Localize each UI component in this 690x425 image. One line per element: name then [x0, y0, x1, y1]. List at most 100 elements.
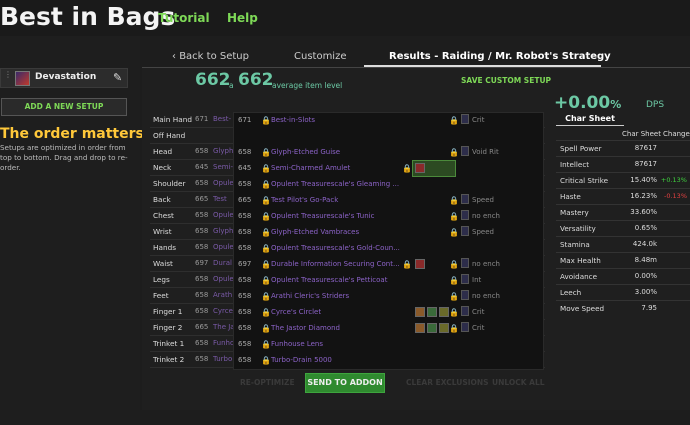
back-to-setup-tab[interactable]: ‹ Back to Setup	[172, 51, 249, 62]
gem-icon[interactable]	[415, 259, 425, 269]
setup-item[interactable]: ⋮⋮ Devastation ✎	[0, 68, 128, 88]
slot-item-name[interactable]: Best-	[213, 115, 231, 123]
lock-icon[interactable]: 🔒	[402, 260, 412, 269]
lock-icon[interactable]: 🔒	[261, 116, 271, 125]
lock-icon[interactable]: 🔒	[261, 308, 271, 317]
enchant-icon[interactable]	[461, 322, 469, 332]
gem-icon[interactable]	[415, 323, 425, 333]
overlay-item-row[interactable]: 658 🔒 Opulent Treasurescale's Petticoat 🔒…	[234, 273, 545, 289]
enchant-icon[interactable]	[461, 290, 469, 300]
enchant-icon[interactable]	[461, 194, 469, 204]
gem-icon[interactable]	[439, 323, 449, 333]
lock-icon[interactable]: 🔒	[449, 116, 459, 125]
enchant-icon[interactable]	[461, 226, 469, 236]
enchant-icon[interactable]	[461, 210, 469, 220]
lock-icon[interactable]: 🔒	[449, 308, 459, 317]
overlay-item-name[interactable]: Durable Information Securing Cont...	[271, 260, 400, 268]
overlay-item-name[interactable]: Best-in-Slots	[271, 116, 315, 124]
tab-customize[interactable]: Customize	[294, 51, 347, 62]
lock-icon[interactable]: 🔒	[261, 260, 271, 269]
slot-item-name[interactable]: Funho	[213, 339, 234, 347]
enchant-icon[interactable]	[461, 306, 469, 316]
slot-item-name[interactable]: Glyph	[213, 147, 233, 155]
overlay-item-name[interactable]: Glyph-Etched Vambraces	[271, 228, 359, 236]
unlock-all-button[interactable]: UNLOCK ALL	[492, 378, 545, 387]
gem-icon[interactable]	[439, 307, 449, 317]
lock-icon[interactable]: 🔒	[261, 292, 271, 301]
overlay-item-row[interactable]: 658 🔒 Cyrce's Circlet 🔒 Crit	[234, 305, 545, 321]
overlay-item-name[interactable]: Turbo-Drain 5000	[271, 356, 332, 364]
overlay-item-name[interactable]: Test Pilot's Go-Pack	[271, 196, 338, 204]
overlay-item-row[interactable]: 645 🔒 Semi-Charmed Amulet 🔒	[234, 160, 545, 177]
overlay-item-row[interactable]: 665 🔒 Test Pilot's Go-Pack 🔒 Speed	[234, 193, 545, 209]
slot-item-name[interactable]: Opule	[213, 275, 234, 283]
clear-exclusions-button[interactable]: CLEAR EXCLUSIONS	[406, 378, 489, 387]
overlay-item-name[interactable]: Arathi Cleric's Striders	[271, 292, 349, 300]
lock-icon[interactable]: 🔒	[261, 164, 271, 173]
overlay-item-name[interactable]: Funhouse Lens	[271, 340, 323, 348]
overlay-item-row[interactable]: 658 🔒 Opulent Treasurescale's Gleaming .…	[234, 177, 545, 193]
overlay-item-name[interactable]: Opulent Treasurescale's Tunic	[271, 212, 374, 220]
edit-pencil-icon[interactable]: ✎	[113, 71, 122, 84]
slot-item-name[interactable]: Turbo	[213, 355, 232, 363]
save-custom-setup-button[interactable]: SAVE CUSTOM SETUP	[461, 76, 551, 85]
lock-icon[interactable]: 🔒	[261, 196, 271, 205]
tab-char-sheet[interactable]: Char Sheet	[556, 114, 624, 126]
gem-icon[interactable]	[427, 307, 437, 317]
overlay-item-name[interactable]: Glyph-Etched Guise	[271, 148, 340, 156]
add-setup-button[interactable]: ADD A NEW SETUP	[1, 98, 127, 116]
enchant-icon[interactable]	[461, 146, 469, 156]
slot-item-name[interactable]: The Ja	[213, 323, 235, 331]
overlay-item-row[interactable]	[234, 129, 545, 145]
enchant-icon[interactable]	[461, 114, 469, 124]
slot-item-name[interactable]: Cyrce	[213, 307, 233, 315]
overlay-item-name[interactable]: Opulent Treasurescale's Gleaming ...	[271, 180, 399, 188]
overlay-item-name[interactable]: Semi-Charmed Amulet	[271, 164, 350, 172]
overlay-item-name[interactable]: Opulent Treasurescale's Petticoat	[271, 276, 387, 284]
overlay-item-row[interactable]: 658 🔒 Glyph-Etched Guise 🔒 Void Rit	[234, 145, 545, 161]
slot-item-name[interactable]: Semi-	[213, 163, 233, 171]
app-logo[interactable]: Best in Bags	[0, 2, 175, 31]
nav-help-link[interactable]: Help	[227, 11, 258, 25]
overlay-item-name[interactable]: Opulent Treasurescale's Gold-Coun...	[271, 244, 400, 252]
gem-icon[interactable]	[427, 323, 437, 333]
slot-item-name[interactable]: Opule	[213, 211, 234, 219]
slot-item-name[interactable]: Test	[213, 195, 227, 203]
overlay-item-row[interactable]: 658 🔒 Opulent Treasurescale's Gold-Coun.…	[234, 241, 545, 257]
lock-icon[interactable]: 🔒	[261, 148, 271, 157]
lock-icon[interactable]: 🔒	[449, 292, 459, 301]
lock-icon[interactable]: 🔒	[261, 212, 271, 221]
lock-icon[interactable]: 🔒	[261, 180, 271, 189]
enchant-icon[interactable]	[461, 274, 469, 284]
reoptimize-button[interactable]: RE-OPTIMIZE	[240, 378, 295, 387]
gem-icon[interactable]	[415, 307, 425, 317]
overlay-item-row[interactable]: 671 🔒 Best-in-Slots 🔒 Crit	[234, 113, 545, 129]
drag-handle-icon[interactable]: ⋮⋮	[4, 71, 20, 84]
nav-tutorial-link[interactable]: Tutorial	[158, 11, 210, 25]
slot-item-name[interactable]: Opule	[213, 243, 234, 251]
slot-item-name[interactable]: Glyph	[213, 227, 233, 235]
lock-icon[interactable]: 🔒	[261, 228, 271, 237]
overlay-item-row[interactable]: 658 🔒 The Jastor Diamond 🔒 Crit	[234, 321, 545, 337]
lock-icon[interactable]: 🔒	[449, 148, 459, 157]
tab-results[interactable]: Results - Raiding / Mr. Robot's Strategy	[389, 51, 611, 62]
lock-icon[interactable]: 🔒	[449, 212, 459, 221]
overlay-item-row[interactable]: 697 🔒 Durable Information Securing Cont.…	[234, 257, 545, 273]
overlay-item-row[interactable]: 658 🔒 Opulent Treasurescale's Tunic 🔒 no e…	[234, 209, 545, 225]
slot-item-name[interactable]: Dural	[213, 259, 232, 267]
lock-icon[interactable]: 🔒	[449, 196, 459, 205]
slot-item-name[interactable]: Opule	[213, 179, 234, 187]
lock-icon[interactable]: 🔒	[261, 340, 271, 349]
overlay-item-name[interactable]: Cyrce's Circlet	[271, 308, 321, 316]
overlay-item-row[interactable]: 658 🔒 Arathi Cleric's Striders 🔒 no ench	[234, 289, 545, 305]
enchant-icon[interactable]	[461, 258, 469, 268]
lock-icon[interactable]: 🔒	[261, 356, 271, 365]
slot-item-name[interactable]: Arath	[213, 291, 232, 299]
lock-icon[interactable]: 🔒	[449, 276, 459, 285]
overlay-item-row[interactable]: 658 🔒 Funhouse Lens	[234, 337, 545, 353]
lock-icon[interactable]: 🔒	[261, 244, 271, 253]
lock-icon[interactable]: 🔒	[449, 260, 459, 269]
lock-icon[interactable]: 🔒	[449, 324, 459, 333]
lock-icon[interactable]: 🔒	[261, 324, 271, 333]
gem-icon[interactable]	[415, 163, 425, 173]
